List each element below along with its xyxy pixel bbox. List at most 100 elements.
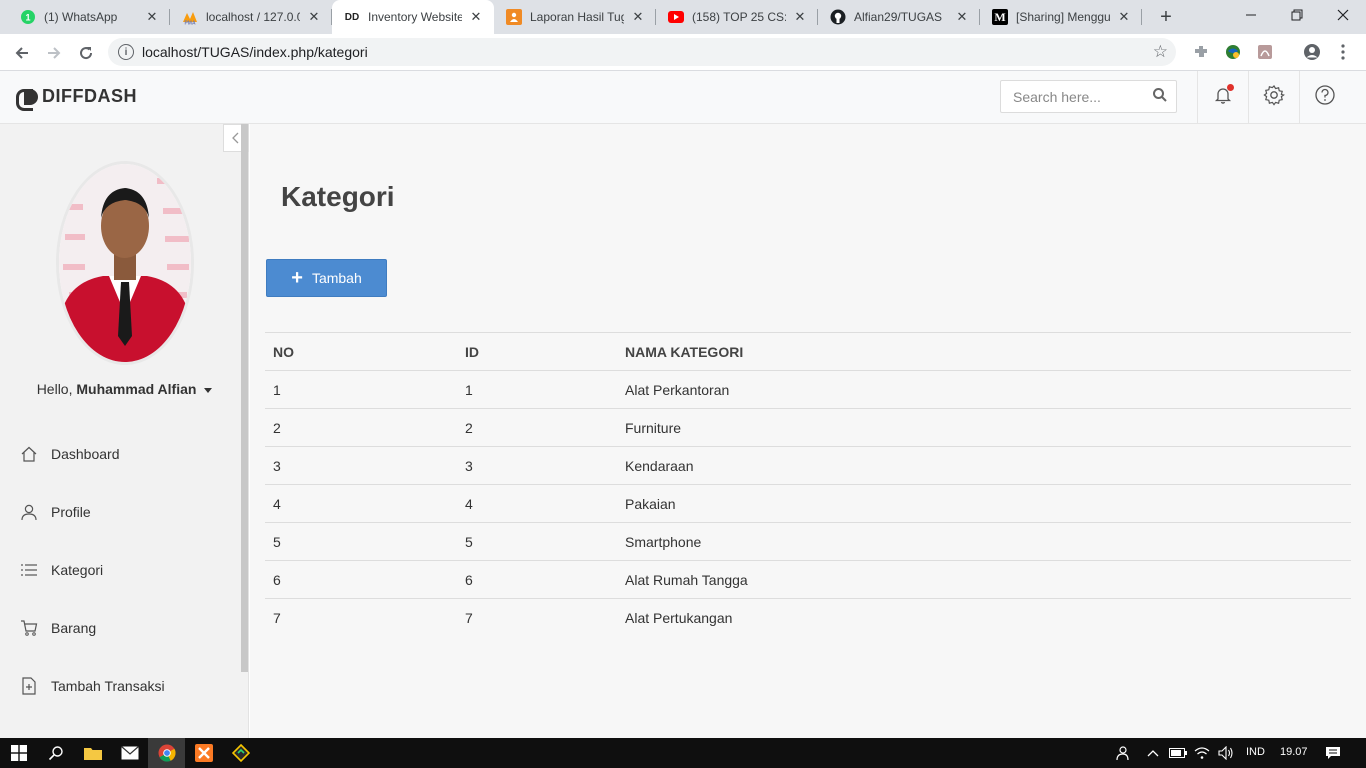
help-button[interactable] bbox=[1299, 71, 1350, 123]
sidebar-item-profile[interactable]: Profile bbox=[0, 492, 240, 532]
browser-tab-github[interactable]: Alfian29/TUGAS ✕ bbox=[818, 0, 980, 34]
people-icon[interactable] bbox=[1106, 738, 1136, 768]
sidebar: Hello, Muhammad Alfian Dashboard Profile… bbox=[0, 124, 249, 738]
language-indicator[interactable]: IND bbox=[1246, 746, 1265, 758]
tab-title: (158) TOP 25 CS:G bbox=[692, 10, 786, 24]
logo[interactable]: DIFFDASH bbox=[16, 86, 137, 111]
close-icon[interactable]: ✕ bbox=[630, 9, 646, 25]
code-editor-icon[interactable] bbox=[222, 738, 259, 768]
battery-icon[interactable] bbox=[1166, 738, 1190, 768]
star-icon[interactable]: ☆ bbox=[1153, 42, 1168, 62]
medium-icon: M bbox=[992, 9, 1008, 25]
file-explorer-icon[interactable] bbox=[74, 738, 111, 768]
browser-tab-whatsapp[interactable]: 1 (1) WhatsApp ✕ bbox=[8, 0, 170, 34]
close-icon[interactable]: ✕ bbox=[144, 9, 160, 25]
windows-start-icon[interactable] bbox=[0, 738, 37, 768]
action-center-icon[interactable] bbox=[1316, 738, 1350, 768]
cell-nama-kategori: Alat Rumah Tangga bbox=[617, 560, 1351, 599]
browser-tab-inventory[interactable]: DD Inventory Website ✕ bbox=[332, 0, 494, 34]
sidebar-item-dashboard[interactable]: Dashboard bbox=[0, 434, 240, 474]
pdf-extension-icon[interactable] bbox=[1256, 43, 1274, 61]
new-tab-button[interactable]: + bbox=[1154, 5, 1178, 29]
chrome-icon[interactable] bbox=[148, 738, 185, 768]
cell-nama-kategori: Pakaian bbox=[617, 484, 1351, 523]
column-header-id[interactable]: ID bbox=[457, 332, 617, 371]
browser-tab-youtube[interactable]: (158) TOP 25 CS:G ✕ bbox=[656, 0, 818, 34]
cart-icon bbox=[20, 619, 38, 637]
column-header-nama-kategori[interactable]: NAMA KATEGORI bbox=[617, 332, 1351, 371]
table-row[interactable]: 4 4 Pakaian bbox=[265, 484, 1351, 523]
mail-icon[interactable] bbox=[111, 738, 148, 768]
cell-no: 5 bbox=[265, 522, 457, 561]
account-icon[interactable] bbox=[1303, 43, 1321, 61]
cell-no: 3 bbox=[265, 446, 457, 485]
cell-id: 3 bbox=[457, 446, 617, 485]
search-taskbar-icon[interactable] bbox=[37, 738, 74, 768]
reload-icon[interactable] bbox=[72, 39, 100, 67]
minimize-button[interactable] bbox=[1228, 0, 1274, 30]
cell-nama-kategori: Smartphone bbox=[617, 522, 1351, 561]
menu-dots-icon[interactable] bbox=[1334, 43, 1352, 61]
whatsapp-icon: 1 bbox=[20, 9, 36, 25]
phpmyadmin-icon: PMA bbox=[182, 9, 198, 25]
info-icon[interactable]: i bbox=[118, 44, 134, 60]
app-header: DIFFDASH bbox=[0, 71, 1366, 124]
close-icon[interactable]: ✕ bbox=[954, 9, 970, 25]
table-row[interactable]: 3 3 Kendaraan bbox=[265, 446, 1351, 485]
back-arrow-icon[interactable] bbox=[8, 39, 36, 67]
volume-icon[interactable] bbox=[1214, 738, 1238, 768]
user-icon bbox=[20, 503, 38, 521]
url-text: localhost/TUGAS/index.php/kategori bbox=[142, 44, 368, 60]
tab-title: Laporan Hasil Tug bbox=[530, 10, 624, 24]
close-window-button[interactable] bbox=[1320, 0, 1366, 30]
browser-tab-laporan[interactable]: Laporan Hasil Tug ✕ bbox=[494, 0, 656, 34]
table-row[interactable]: 1 1 Alat Perkantoran bbox=[265, 370, 1351, 409]
close-icon[interactable]: ✕ bbox=[468, 9, 484, 25]
youtube-icon bbox=[668, 9, 684, 25]
restore-button[interactable] bbox=[1274, 0, 1320, 30]
clock[interactable]: 19.07 bbox=[1280, 746, 1308, 758]
table-row[interactable]: 2 2 Furniture bbox=[265, 408, 1351, 447]
search-icon[interactable] bbox=[1152, 87, 1168, 108]
globe-extension-icon[interactable] bbox=[1224, 43, 1242, 61]
extension-puzzle-icon[interactable] bbox=[1192, 43, 1210, 61]
sidebar-item-tambah-transaksi[interactable]: Tambah Transaksi bbox=[0, 666, 240, 706]
address-bar[interactable]: i localhost/TUGAS/index.php/kategori ☆ bbox=[108, 38, 1176, 66]
browser-tab-strip: 1 (1) WhatsApp ✕ PMA localhost / 127.0.0… bbox=[0, 0, 1366, 34]
cell-no: 7 bbox=[265, 598, 457, 637]
cell-nama-kategori: Alat Perkantoran bbox=[617, 370, 1351, 409]
gear-icon bbox=[1263, 84, 1285, 111]
table-row[interactable]: 7 7 Alat Pertukangan bbox=[265, 598, 1351, 637]
add-category-button[interactable]: + Tambah bbox=[266, 259, 387, 297]
sidebar-item-barang[interactable]: Barang bbox=[0, 608, 240, 648]
browser-tab-medium[interactable]: M [Sharing] Menggu ✕ bbox=[980, 0, 1142, 34]
xampp-icon[interactable] bbox=[185, 738, 222, 768]
help-icon bbox=[1314, 84, 1336, 111]
close-icon[interactable]: ✕ bbox=[306, 9, 322, 25]
close-icon[interactable]: ✕ bbox=[792, 9, 808, 25]
notification-button[interactable] bbox=[1197, 71, 1248, 123]
github-icon bbox=[830, 9, 846, 25]
table-row[interactable]: 5 5 Smartphone bbox=[265, 522, 1351, 561]
forward-arrow-icon[interactable] bbox=[40, 39, 68, 67]
cell-id: 5 bbox=[457, 522, 617, 561]
avatar bbox=[56, 161, 194, 365]
sidebar-item-kategori[interactable]: Kategori bbox=[0, 550, 240, 590]
close-icon[interactable]: ✕ bbox=[1116, 9, 1132, 25]
cell-nama-kategori: Furniture bbox=[617, 408, 1351, 447]
cell-id: 7 bbox=[457, 598, 617, 637]
settings-button[interactable] bbox=[1248, 71, 1299, 123]
browser-tab-phpmyadmin[interactable]: PMA localhost / 127.0.0 ✕ bbox=[170, 0, 332, 34]
wifi-icon[interactable] bbox=[1190, 738, 1214, 768]
user-greeting[interactable]: Hello, Muhammad Alfian bbox=[0, 381, 249, 397]
column-header-no[interactable]: NO bbox=[265, 332, 457, 371]
table-row[interactable]: 6 6 Alat Rumah Tangga bbox=[265, 560, 1351, 599]
svg-text:1: 1 bbox=[25, 13, 30, 23]
add-button-label: Tambah bbox=[311, 270, 362, 286]
cell-id: 6 bbox=[457, 560, 617, 599]
category-table: NO ID NAMA KATEGORI 1 1 Alat Perkantoran… bbox=[265, 332, 1351, 637]
sidebar-scrollbar[interactable] bbox=[241, 124, 248, 672]
search-input[interactable] bbox=[1013, 88, 1143, 105]
chevron-up-icon[interactable] bbox=[1140, 738, 1166, 768]
notification-badge bbox=[1227, 84, 1234, 91]
